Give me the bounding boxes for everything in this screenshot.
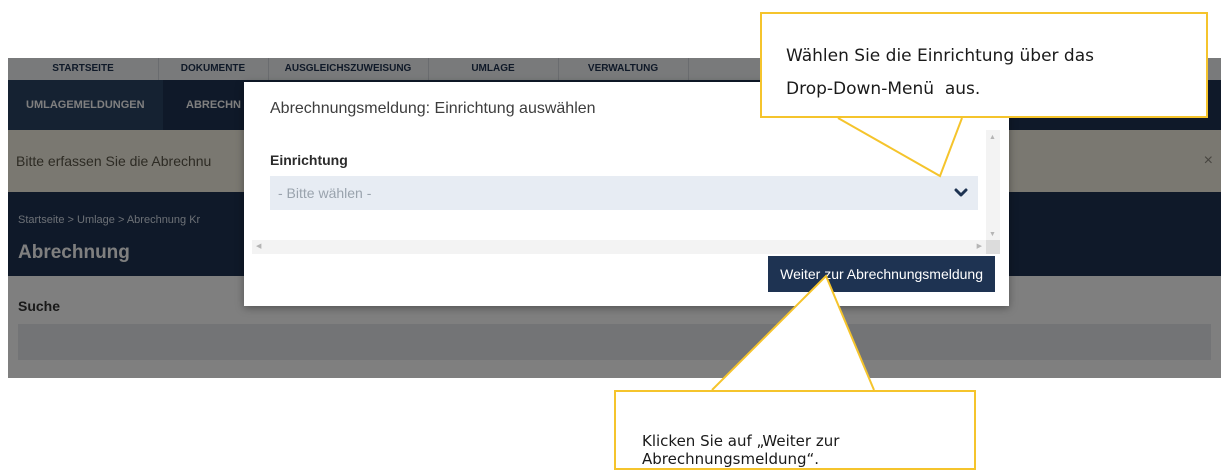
scroll-right-icon[interactable]: ▶ <box>977 242 982 250</box>
facility-field-label: Einrichtung <box>270 152 348 168</box>
horizontal-scrollbar[interactable]: ◀ ▶ <box>252 240 986 254</box>
scroll-left-icon[interactable]: ◀ <box>256 242 261 250</box>
select-instruction-callout: Wählen Sie die Einrichtung über das Drop… <box>760 12 1208 118</box>
chevron-down-icon <box>954 188 968 197</box>
scroll-down-icon[interactable]: ▼ <box>989 231 996 238</box>
dialog-title: Abrechnungsmeldung: Einrichtung auswähle… <box>270 100 596 117</box>
facility-select-placeholder: - Bitte wählen - <box>278 185 372 201</box>
facility-select[interactable]: - Bitte wählen - <box>270 176 978 210</box>
dialog-body: Einrichtung - Bitte wählen - ▲ ▼ ◀ ▶ <box>252 130 1000 254</box>
vertical-scrollbar[interactable]: ▲ ▼ <box>986 130 1000 240</box>
scroll-up-icon[interactable]: ▲ <box>989 134 996 141</box>
button-instruction-callout: Klicken Sie auf „Weiter zur Abrechnungsm… <box>614 390 976 470</box>
callout-top-line1: Wählen Sie die Einrichtung über das <box>786 46 1094 66</box>
callout-bottom-text: Klicken Sie auf „Weiter zur Abrechnungsm… <box>642 432 840 468</box>
callout-top-line2: Drop-Down-Menü aus. <box>786 79 981 99</box>
continue-to-report-button[interactable]: Weiter zur Abrechnungsmeldung <box>768 256 995 292</box>
scrollbar-corner <box>986 240 1000 254</box>
